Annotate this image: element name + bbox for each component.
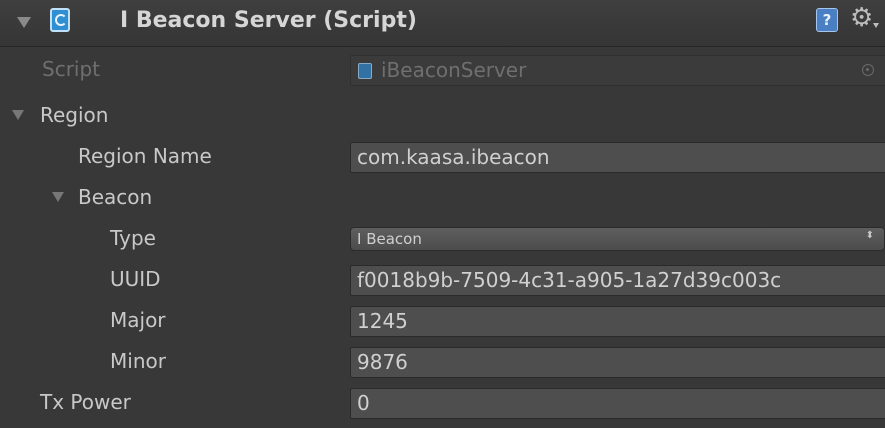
inspector-panel: I Beacon Server (Script) ? ⚙ Script iBea…	[0, 0, 885, 428]
uuid-label: UUID	[110, 267, 161, 291]
script-object-value: iBeaconServer	[381, 58, 527, 82]
region-name-row: Region Name com.kaasa.ibeacon	[0, 137, 885, 177]
region-label: Region	[40, 103, 109, 127]
tx-power-label: Tx Power	[40, 390, 131, 414]
component-header[interactable]: I Beacon Server (Script) ? ⚙	[0, 0, 885, 47]
script-file-icon	[358, 63, 372, 79]
script-component-icon	[50, 8, 70, 32]
script-row: Script iBeaconServer	[0, 50, 885, 90]
script-label: Script	[42, 57, 101, 81]
type-dropdown-value: I Beacon	[357, 230, 422, 248]
minor-row: Minor 9876	[0, 342, 885, 382]
minor-label: Minor	[110, 349, 166, 373]
region-name-input[interactable]: com.kaasa.ibeacon	[350, 142, 885, 173]
major-input[interactable]: 1245	[350, 306, 885, 337]
major-row: Major 1245	[0, 301, 885, 341]
script-object-field: iBeaconServer	[350, 55, 885, 86]
region-foldout-arrow-icon[interactable]	[12, 110, 24, 120]
tx-power-row: Tx Power 0	[0, 383, 885, 423]
gear-dropdown-caret-icon[interactable]	[873, 23, 879, 28]
gear-icon[interactable]: ⚙	[850, 3, 873, 33]
beacon-foldout-arrow-icon[interactable]	[52, 192, 64, 202]
region-foldout-row[interactable]: Region	[0, 96, 885, 136]
type-dropdown[interactable]: I Beacon ⬍	[350, 227, 885, 251]
uuid-input[interactable]: f0018b9b-7509-4c31-a905-1a27d39c003c	[350, 265, 885, 296]
object-picker-icon[interactable]	[862, 64, 874, 76]
component-title: I Beacon Server (Script)	[120, 8, 417, 33]
component-foldout-arrow-icon[interactable]	[17, 17, 31, 28]
help-icon[interactable]: ?	[816, 8, 838, 32]
major-label: Major	[110, 308, 166, 332]
uuid-row: UUID f0018b9b-7509-4c31-a905-1a27d39c003…	[0, 260, 885, 300]
type-row: Type I Beacon ⬍	[0, 219, 885, 259]
dropdown-updown-icon: ⬍	[865, 230, 874, 241]
type-label: Type	[110, 226, 156, 250]
minor-input[interactable]: 9876	[350, 347, 885, 378]
tx-power-input[interactable]: 0	[350, 388, 885, 419]
beacon-foldout-row[interactable]: Beacon	[0, 178, 885, 218]
beacon-label: Beacon	[78, 185, 153, 209]
region-name-label: Region Name	[78, 144, 212, 168]
